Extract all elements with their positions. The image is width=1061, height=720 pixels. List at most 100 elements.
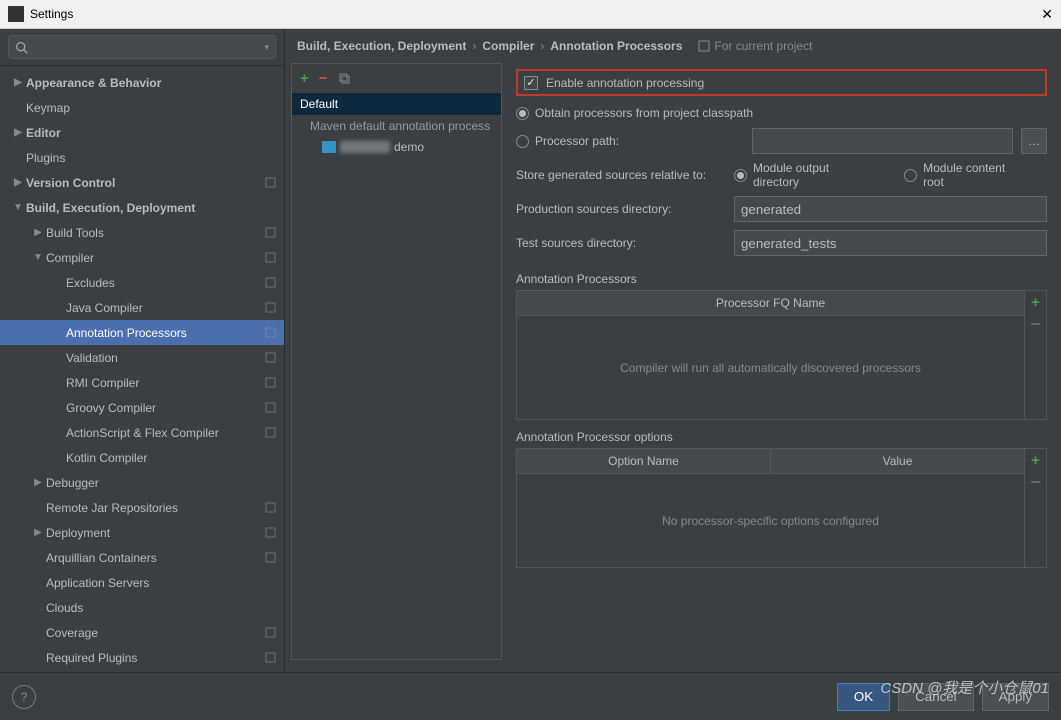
- sidebar-item-label: Required Plugins: [46, 651, 137, 665]
- radio-label: Processor path:: [535, 134, 619, 148]
- settings-sidebar: ▾ ▶Appearance & BehaviorKeymap▶EditorPlu…: [0, 29, 285, 672]
- sidebar-item-build-tools[interactable]: ▶Build Tools: [0, 220, 284, 245]
- processor-path-radio[interactable]: Processor path:: [516, 134, 734, 148]
- tree-arrow-icon: ▶: [10, 77, 26, 88]
- tree-arrow-icon: ▼: [30, 252, 46, 263]
- sidebar-item-label: Coverage: [46, 626, 98, 640]
- prod-dir-input[interactable]: [734, 196, 1047, 222]
- form-panel: Enable annotation processing Obtain proc…: [506, 59, 1061, 672]
- obtain-from-classpath-radio[interactable]: Obtain processors from project classpath: [516, 106, 753, 120]
- sidebar-item-groovy-compiler[interactable]: Groovy Compiler: [0, 395, 284, 420]
- sidebar-item-java-compiler[interactable]: Java Compiler: [0, 295, 284, 320]
- project-scope-icon: [265, 377, 276, 388]
- sidebar-item-version-control[interactable]: ▶Version Control: [0, 170, 284, 195]
- sidebar-item-actionscript-flex-compiler[interactable]: ActionScript & Flex Compiler: [0, 420, 284, 445]
- enable-label: Enable annotation processing: [546, 76, 704, 90]
- sidebar-item-label: Debugger: [46, 476, 99, 490]
- processors-table-title: Annotation Processors: [516, 272, 1047, 286]
- sidebar-item-excludes[interactable]: Excludes: [0, 270, 284, 295]
- breadcrumb-item[interactable]: Build, Execution, Deployment: [297, 39, 466, 53]
- sidebar-item-label: Deployment: [46, 526, 110, 540]
- radio-icon: [516, 107, 529, 120]
- search-field[interactable]: [32, 40, 264, 55]
- sidebar-item-editor[interactable]: ▶Editor: [0, 120, 284, 145]
- scope-label: For current project: [714, 39, 812, 53]
- project-scope-icon: [265, 252, 276, 263]
- sidebar-item-label: Kotlin Compiler: [66, 451, 147, 465]
- module-output-radio[interactable]: Module output directory: [734, 161, 878, 189]
- sidebar-item-label: RMI Compiler: [66, 376, 139, 390]
- sidebar-item-label: Groovy Compiler: [66, 401, 156, 415]
- project-icon: [698, 40, 710, 52]
- settings-tree[interactable]: ▶Appearance & BehaviorKeymap▶EditorPlugi…: [0, 66, 284, 672]
- profile-module[interactable]: demo: [292, 137, 501, 157]
- browse-button: …: [1021, 128, 1047, 154]
- window-titlebar: Settings ✕: [0, 0, 1061, 29]
- sidebar-item-remote-jar-repositories[interactable]: Remote Jar Repositories: [0, 495, 284, 520]
- sidebar-item-compiler[interactable]: ▼Compiler: [0, 245, 284, 270]
- options-table[interactable]: Option Name Value No processor-specific …: [516, 448, 1047, 568]
- store-label: Store generated sources relative to:: [516, 168, 734, 182]
- project-scope-icon: [265, 527, 276, 538]
- remove-profile-button[interactable]: −: [319, 70, 328, 87]
- sidebar-item-application-servers[interactable]: Application Servers: [0, 570, 284, 595]
- profile-toolbar: + −: [292, 64, 501, 93]
- cancel-button[interactable]: Cancel: [898, 683, 974, 711]
- sidebar-item-build-execution-deployment[interactable]: ▼Build, Execution, Deployment: [0, 195, 284, 220]
- sidebar-item-label: Compiler: [46, 251, 94, 265]
- module-content-radio[interactable]: Module content root: [904, 161, 1029, 189]
- chevron-right-icon: ›: [540, 39, 544, 53]
- apply-button[interactable]: Apply: [982, 683, 1049, 711]
- sidebar-item-kotlin-compiler[interactable]: Kotlin Compiler: [0, 445, 284, 470]
- search-input[interactable]: ▾: [8, 35, 276, 59]
- highlight-box: Enable annotation processing: [516, 69, 1047, 96]
- breadcrumb-item: Annotation Processors: [550, 39, 682, 53]
- sidebar-item-label: Excludes: [66, 276, 115, 290]
- chevron-down-icon[interactable]: ▾: [264, 42, 269, 53]
- project-scope-icon: [265, 227, 276, 238]
- sidebar-item-clouds[interactable]: Clouds: [0, 595, 284, 620]
- help-button[interactable]: ?: [12, 685, 36, 709]
- sidebar-item-arquillian-containers[interactable]: Arquillian Containers: [0, 545, 284, 570]
- radio-label: Obtain processors from project classpath: [535, 106, 753, 120]
- sidebar-item-keymap[interactable]: Keymap: [0, 95, 284, 120]
- profile-list[interactable]: Default Maven default annotation process…: [292, 93, 501, 659]
- profile-default[interactable]: Default: [292, 93, 501, 115]
- remove-processor-button: −: [1025, 313, 1046, 335]
- breadcrumb-item[interactable]: Compiler: [482, 39, 534, 53]
- scope-indicator: For current project: [698, 39, 812, 53]
- sidebar-item-debugger[interactable]: ▶Debugger: [0, 470, 284, 495]
- table-empty-text: Compiler will run all automatically disc…: [517, 316, 1024, 419]
- ok-button[interactable]: OK: [837, 683, 890, 711]
- sidebar-item-rmi-compiler[interactable]: RMI Compiler: [0, 370, 284, 395]
- sidebar-item-label: Editor: [26, 126, 61, 140]
- copy-profile-button[interactable]: [338, 72, 351, 85]
- profile-maven[interactable]: Maven default annotation process: [292, 115, 501, 137]
- tree-arrow-icon: ▶: [10, 127, 26, 138]
- column-header: Option Name: [517, 449, 771, 473]
- add-profile-button[interactable]: +: [300, 70, 309, 87]
- sidebar-item-appearance-behavior[interactable]: ▶Appearance & Behavior: [0, 70, 284, 95]
- sidebar-item-label: Arquillian Containers: [46, 551, 157, 565]
- sidebar-item-label: Application Servers: [46, 576, 149, 590]
- tree-arrow-icon: ▶: [10, 177, 26, 188]
- add-option-button[interactable]: +: [1025, 449, 1046, 471]
- sidebar-item-deployment[interactable]: ▶Deployment: [0, 520, 284, 545]
- sidebar-item-label: Plugins: [26, 151, 65, 165]
- options-table-title: Annotation Processor options: [516, 430, 1047, 444]
- enable-annotation-checkbox[interactable]: Enable annotation processing: [524, 76, 704, 90]
- close-icon[interactable]: ✕: [1041, 6, 1053, 23]
- prod-dir-label: Production sources directory:: [516, 202, 734, 216]
- sidebar-item-coverage[interactable]: Coverage: [0, 620, 284, 645]
- tree-arrow-icon: ▶: [30, 477, 46, 488]
- sidebar-item-required-plugins[interactable]: Required Plugins: [0, 645, 284, 670]
- test-dir-input[interactable]: [734, 230, 1047, 256]
- sidebar-item-annotation-processors[interactable]: Annotation Processors: [0, 320, 284, 345]
- add-processor-button[interactable]: +: [1025, 291, 1046, 313]
- table-empty-text: No processor-specific options configured: [517, 474, 1024, 567]
- profile-panel: + − Default Maven default annotation pro…: [291, 63, 502, 660]
- sidebar-item-plugins[interactable]: Plugins: [0, 145, 284, 170]
- processors-table[interactable]: Processor FQ Name Compiler will run all …: [516, 290, 1047, 420]
- sidebar-item-validation[interactable]: Validation: [0, 345, 284, 370]
- project-scope-icon: [265, 177, 276, 188]
